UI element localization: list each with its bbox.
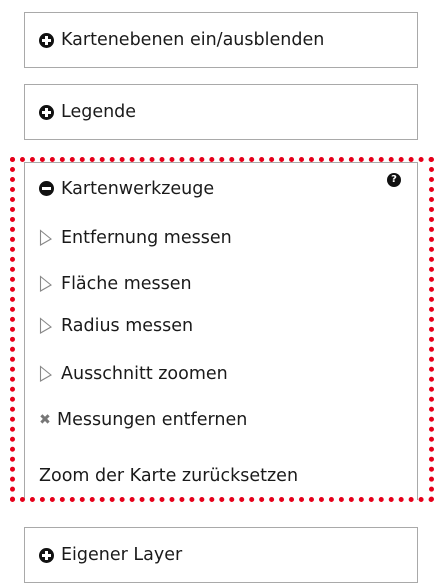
- panel-label-map-layers: Kartenebenen ein/ausblenden: [61, 30, 325, 50]
- panel-map-layers[interactable]: Kartenebenen ein/ausblenden: [24, 12, 418, 68]
- panel-label-legend: Legende: [61, 102, 137, 122]
- plus-circle-icon: [39, 32, 54, 48]
- highlight-dotted-frame: [10, 157, 434, 502]
- plus-circle-icon: [39, 104, 54, 120]
- panel-label-own-layer: Eigener Layer: [61, 545, 183, 565]
- plus-circle-icon: [39, 547, 54, 563]
- panel-legend[interactable]: Legende: [24, 84, 418, 140]
- panel-own-layer[interactable]: Eigener Layer: [24, 527, 418, 583]
